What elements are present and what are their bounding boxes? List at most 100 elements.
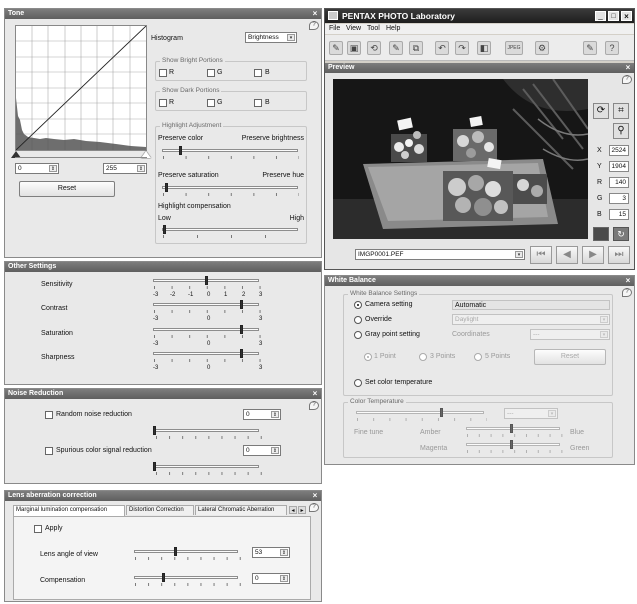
preserve-hue-thumb[interactable] xyxy=(165,183,168,192)
close-icon[interactable]: × xyxy=(311,492,319,500)
amber-blue-track[interactable] xyxy=(466,427,560,430)
edit-settings-icon[interactable]: ✎ xyxy=(389,41,403,55)
menu-help[interactable]: Help xyxy=(386,25,400,32)
minimize-button[interactable]: _ xyxy=(595,11,606,21)
tab-scroll-right-icon[interactable]: ▸ xyxy=(298,506,306,514)
close-button[interactable]: × xyxy=(621,11,632,21)
gray-point-radio[interactable] xyxy=(354,331,362,339)
override-radio[interactable] xyxy=(354,316,362,324)
random-noise-track[interactable] xyxy=(155,429,259,432)
help-icon[interactable]: ? xyxy=(622,75,632,84)
preview-image[interactable] xyxy=(333,79,588,239)
develop-icon[interactable]: ⟲ xyxy=(367,41,381,55)
bright-g-checkbox[interactable] xyxy=(207,69,215,77)
close-icon[interactable]: × xyxy=(311,390,319,398)
refresh-icon[interactable]: ↻ xyxy=(613,227,629,241)
dark-r-checkbox[interactable] xyxy=(159,99,167,107)
preserve-brightness-thumb[interactable] xyxy=(179,146,182,155)
undo-icon[interactable]: ↶ xyxy=(435,41,449,55)
three-points-radio[interactable] xyxy=(419,353,427,361)
chevron-down-icon[interactable]: ▾ xyxy=(600,316,608,323)
contrast-thumb[interactable] xyxy=(240,300,243,309)
spurious-color-thumb[interactable] xyxy=(153,462,156,471)
tab-scroll-left-icon[interactable]: ◂ xyxy=(289,506,297,514)
menu-view[interactable]: View xyxy=(346,25,361,32)
compensation-spinner[interactable]: 0 ⇕ xyxy=(252,573,290,584)
saturation-track[interactable] xyxy=(153,328,259,331)
help-icon[interactable]: ? xyxy=(605,41,619,55)
help-icon[interactable]: ? xyxy=(309,21,319,30)
chevron-down-icon[interactable]: ▾ xyxy=(287,34,295,41)
histogram-select[interactable]: Brightness ▾ xyxy=(245,32,297,43)
spurious-color-spinner[interactable]: 0 ⇕ xyxy=(243,445,281,456)
one-point-radio[interactable] xyxy=(364,353,372,361)
tab-lateral-chromatic[interactable]: Lateral Chromatic Aberration xyxy=(195,505,287,515)
magenta-green-thumb[interactable] xyxy=(510,440,513,449)
compare-icon[interactable]: ◧ xyxy=(477,41,491,55)
jpeg-format-icon[interactable]: JPEG xyxy=(505,41,523,55)
close-icon[interactable]: × xyxy=(624,64,632,72)
chevron-down-icon[interactable]: ▾ xyxy=(515,251,523,258)
apply-checkbox[interactable] xyxy=(34,525,42,533)
spin-arrows-icon[interactable]: ⇕ xyxy=(271,447,279,454)
amber-blue-thumb[interactable] xyxy=(510,424,513,433)
set-color-temp-radio[interactable] xyxy=(354,379,362,387)
spin-arrows-icon[interactable]: ⇕ xyxy=(49,165,57,172)
tab-marginal-lumination[interactable]: Marginal lumination compensation xyxy=(13,505,125,516)
dark-g-checkbox[interactable] xyxy=(207,99,215,107)
close-icon[interactable]: × xyxy=(311,10,319,18)
highlight-compensation-track[interactable] xyxy=(162,228,298,231)
input-high-spinner[interactable]: 255 ⇕ xyxy=(103,163,147,174)
random-noise-thumb[interactable] xyxy=(153,426,156,435)
rotate-icon[interactable]: ⟳ xyxy=(593,103,609,119)
maximize-button[interactable]: □ xyxy=(608,11,619,21)
compensation-thumb[interactable] xyxy=(162,573,165,582)
five-points-radio[interactable] xyxy=(474,353,482,361)
compensation-track[interactable] xyxy=(134,576,238,579)
spurious-color-track[interactable] xyxy=(155,465,259,468)
spurious-color-checkbox[interactable] xyxy=(45,447,53,455)
help-icon[interactable]: ? xyxy=(309,401,319,410)
lens-angle-track[interactable] xyxy=(134,550,238,553)
bright-r-checkbox[interactable] xyxy=(159,69,167,77)
close-icon[interactable]: × xyxy=(624,277,632,285)
help-icon[interactable]: ? xyxy=(622,288,632,297)
chevron-down-icon[interactable]: ▾ xyxy=(600,331,608,338)
color-temp-track[interactable] xyxy=(356,411,484,414)
lens-angle-thumb[interactable] xyxy=(174,547,177,556)
tab-distortion-correction[interactable]: Distortion Correction xyxy=(126,505,194,515)
sharpness-track[interactable] xyxy=(153,352,259,355)
batch-icon[interactable]: ⚙ xyxy=(535,41,549,55)
random-noise-checkbox[interactable] xyxy=(45,411,53,419)
camera-setting-radio[interactable] xyxy=(354,301,362,309)
last-image-button[interactable]: ⏭ xyxy=(608,246,630,264)
zoom-icon[interactable]: ⚲ xyxy=(613,123,629,139)
color-temp-select[interactable]: --- ▾ xyxy=(504,408,558,419)
sensitivity-thumb[interactable] xyxy=(205,276,208,285)
spin-arrows-icon[interactable]: ⇕ xyxy=(271,411,279,418)
override-select[interactable]: Daylight ▾ xyxy=(452,314,610,325)
edit-icon[interactable]: ✎ xyxy=(329,41,343,55)
spin-arrows-icon[interactable]: ⇕ xyxy=(280,575,288,582)
bright-b-checkbox[interactable] xyxy=(254,69,262,77)
first-image-button[interactable]: ⏮ xyxy=(530,246,552,264)
sharpness-thumb[interactable] xyxy=(240,349,243,358)
dark-b-checkbox[interactable] xyxy=(254,99,262,107)
color-temp-thumb[interactable] xyxy=(440,408,443,417)
wb-reset-button[interactable]: Reset xyxy=(534,349,606,365)
magenta-green-track[interactable] xyxy=(466,443,560,446)
lens-angle-spinner[interactable]: 53 ⇕ xyxy=(252,547,290,558)
random-noise-spinner[interactable]: 0 ⇕ xyxy=(243,409,281,420)
save-icon[interactable]: ▣ xyxy=(347,41,361,55)
tone-curve-graph[interactable] xyxy=(15,25,147,151)
highlight-compensation-thumb[interactable] xyxy=(163,225,166,234)
chevron-down-icon[interactable]: ▾ xyxy=(548,410,556,417)
redo-icon[interactable]: ↷ xyxy=(455,41,469,55)
input-low-spinner[interactable]: 0 ⇕ xyxy=(15,163,59,174)
previous-image-button[interactable]: ◀ xyxy=(556,246,578,264)
spin-arrows-icon[interactable]: ⇕ xyxy=(137,165,145,172)
crop-icon[interactable]: ⌗ xyxy=(613,103,629,119)
preserve-brightness-track[interactable] xyxy=(162,149,298,152)
file-select[interactable]: IMGP0001.PEF ▾ xyxy=(355,249,525,260)
next-image-button[interactable]: ▶ xyxy=(582,246,604,264)
